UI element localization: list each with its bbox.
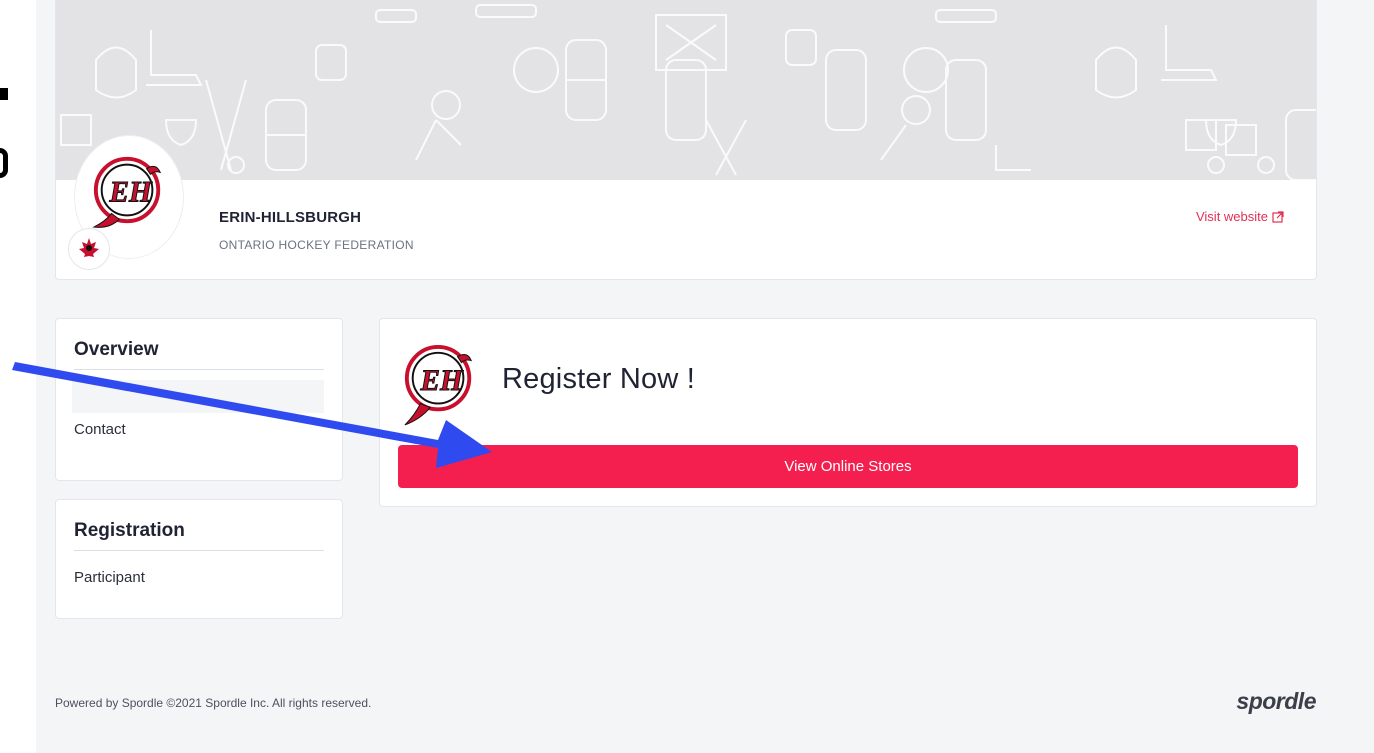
maple-leaf-icon [79,238,99,261]
federation-name: ONTARIO HOCKEY FEDERATION [219,238,414,252]
overview-card: Overview Home Contact [55,318,343,481]
sidebar-item-contact[interactable]: Contact [72,413,324,446]
spordle-logo[interactable]: spordle [1236,688,1316,715]
eh-logo-icon: EH [92,156,162,228]
edge-mark [0,148,8,178]
organization-header: EH ERIN-HILLSBURGH ONTARIO HOCKEY FEDERA… [55,0,1317,280]
view-online-stores-button[interactable]: View Online Stores [398,445,1298,488]
register-title: Register Now ! [502,363,695,395]
eh-logo-icon: EH [404,345,473,426]
logo-text: EH [109,177,154,209]
federation-badge [68,228,110,270]
sidebar-item-home[interactable]: Home [72,380,324,413]
overview-heading: Overview [74,339,324,370]
sidebar-item-participant[interactable]: Participant [72,561,324,594]
registration-heading: Registration [74,520,324,551]
banner-pattern [60,4,1316,180]
registration-card: Registration Participant [55,499,343,619]
logo-text: EH [420,365,465,397]
visit-website-label: Visit website [1195,209,1268,224]
edge-mark [0,88,8,100]
organization-name: ERIN-HILLSBURGH [219,209,362,226]
hockey-pattern-banner [56,0,1316,180]
visit-website-link[interactable]: Visit website [1196,209,1284,224]
external-link-icon [1272,210,1284,223]
left-edge-marks [0,0,36,753]
footer-copyright: Powered by Spordle ©2021 Spordle Inc. Al… [55,696,372,710]
register-card: EH Register Now ! View Online Stores [379,318,1317,507]
